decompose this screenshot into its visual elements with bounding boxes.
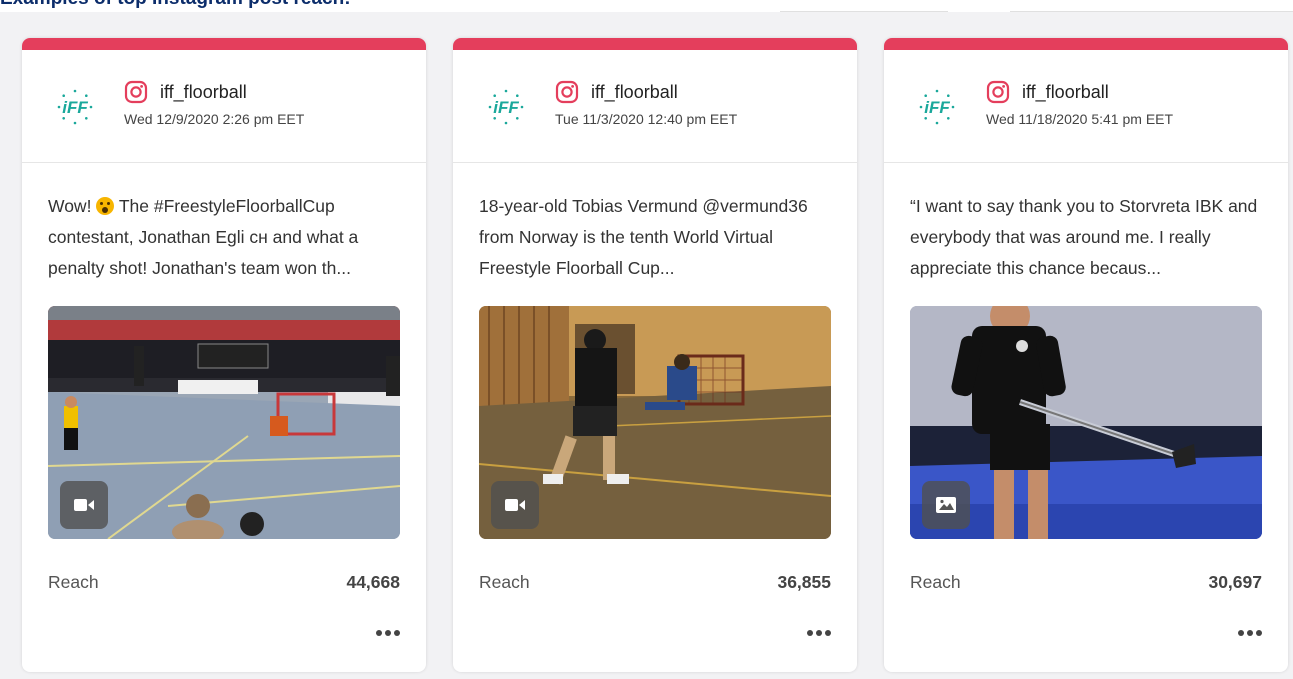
header-tab[interactable] (1010, 0, 1293, 12)
post-header: iFF iff_floorball Tue 11/3/2020 12:40 pm… (453, 50, 857, 163)
more-dots-icon[interactable] (1238, 626, 1262, 640)
reach-value: 44,668 (346, 572, 400, 592)
reach-stat: Reach 30,697 (910, 572, 1262, 593)
post-header: iFF iff_floorball Wed 11/18/2020 5:41 pm… (884, 50, 1288, 163)
post-media-thumbnail[interactable] (479, 306, 831, 539)
post-timestamp: Wed 12/9/2020 2:26 pm EET (124, 111, 305, 127)
header-tab[interactable] (780, 0, 948, 12)
reach-label: Reach (910, 572, 961, 592)
card-accent-bar (453, 38, 857, 50)
svg-text:iFF: iFF (62, 98, 88, 117)
reach-label: Reach (48, 572, 99, 592)
post-timestamp: Wed 11/18/2020 5:41 pm EET (986, 111, 1174, 127)
post-caption: Wow! The #FreestyleFloorballCup contesta… (22, 163, 426, 307)
post-cards: iFF iff_floorball Wed 12/9/2020 2:26 pm … (22, 38, 1288, 672)
account-name[interactable]: iff_floorball (591, 82, 678, 103)
page-title: Examples of top Instagram post reach: (0, 0, 351, 10)
account-line: iff_floorball (124, 79, 304, 105)
iff-logo-icon[interactable]: iFF (479, 80, 533, 134)
image-icon (922, 481, 970, 529)
account-line: iff_floorball (986, 79, 1173, 105)
video-camera-icon (60, 481, 108, 529)
reach-value: 36,855 (777, 572, 831, 592)
post-timestamp: Tue 11/3/2020 12:40 pm EET (555, 111, 738, 127)
caption-text: Wow! (48, 196, 97, 216)
post-caption: “I want to say thank you to Storvreta IB… (910, 196, 1258, 278)
account-block: iff_floorball Wed 11/18/2020 5:41 pm EET (986, 79, 1173, 127)
instagram-icon (986, 80, 1010, 104)
page-header: Examples of top Instagram post reach: (0, 0, 1293, 12)
post-media-thumbnail[interactable] (910, 306, 1262, 539)
post-card[interactable]: iFF iff_floorball Wed 11/18/2020 5:41 pm… (884, 38, 1288, 672)
video-camera-icon (491, 481, 539, 529)
svg-text:iFF: iFF (924, 98, 950, 117)
astonished-face-emoji (96, 197, 115, 215)
account-block: iff_floorball Tue 11/3/2020 12:40 pm EET (555, 79, 737, 127)
svg-text:iFF: iFF (493, 98, 519, 117)
reach-value: 30,697 (1208, 572, 1262, 592)
card-accent-bar (22, 38, 426, 50)
iff-logo-icon[interactable]: iFF (910, 80, 964, 134)
account-name[interactable]: iff_floorball (160, 82, 247, 103)
reach-stat: Reach 36,855 (479, 572, 831, 593)
iff-logo-icon[interactable]: iFF (48, 80, 102, 134)
reach-label: Reach (479, 572, 530, 592)
more-dots-icon[interactable] (807, 626, 831, 640)
instagram-icon (555, 80, 579, 104)
post-header: iFF iff_floorball Wed 12/9/2020 2:26 pm … (22, 50, 426, 163)
post-caption: 18-year-old Tobias Vermund @vermund36 fr… (479, 196, 808, 278)
post-media-thumbnail[interactable] (48, 306, 400, 539)
account-block: iff_floorball Wed 12/9/2020 2:26 pm EET (124, 79, 304, 127)
card-accent-bar (884, 38, 1288, 50)
post-card[interactable]: iFF iff_floorball Tue 11/3/2020 12:40 pm… (453, 38, 857, 672)
post-card[interactable]: iFF iff_floorball Wed 12/9/2020 2:26 pm … (22, 38, 426, 672)
account-name[interactable]: iff_floorball (1022, 82, 1109, 103)
reach-stat: Reach 44,668 (48, 572, 400, 593)
more-dots-icon[interactable] (376, 626, 400, 640)
account-line: iff_floorball (555, 79, 737, 105)
instagram-icon (124, 80, 148, 104)
